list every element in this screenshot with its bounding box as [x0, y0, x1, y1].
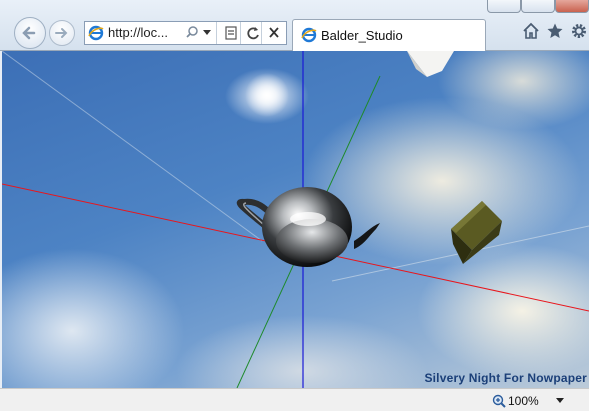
- forward-arrow-icon: [55, 28, 68, 38]
- zoom-level[interactable]: 100%: [508, 394, 539, 408]
- close-window-button[interactable]: [555, 0, 589, 13]
- zoom-icon[interactable]: [492, 394, 506, 408]
- ie-page-icon: [301, 27, 317, 43]
- compatibility-view-icon[interactable]: [224, 25, 238, 41]
- white-cube: [407, 51, 454, 77]
- status-bar: 100%: [0, 388, 589, 411]
- minimize-button[interactable]: [487, 0, 521, 13]
- new-tab-button[interactable]: [486, 19, 510, 49]
- sun-glow: [245, 73, 289, 117]
- watermark-text: Silvery Night For Nowpaper: [424, 371, 587, 385]
- teapot-model: [236, 187, 380, 267]
- home-icon[interactable]: [522, 22, 540, 40]
- favorites-star-icon[interactable]: [546, 22, 564, 40]
- forward-button[interactable]: [49, 20, 75, 46]
- window-controls: [487, 0, 589, 13]
- stop-icon[interactable]: [267, 25, 281, 41]
- tab-balder-studio[interactable]: Balder_Studio: [292, 19, 486, 51]
- back-arrow-icon: [22, 26, 36, 40]
- scene-canvas: [2, 51, 589, 388]
- olive-box: [451, 201, 502, 264]
- chevron-down-icon[interactable]: [203, 30, 211, 35]
- ie-page-icon: [88, 25, 104, 41]
- browser-toolbar: http://loc... Balder_Studio: [0, 0, 589, 51]
- address-url[interactable]: http://loc...: [108, 25, 168, 40]
- search-icon[interactable]: [185, 25, 199, 39]
- gear-icon[interactable]: [570, 22, 588, 40]
- back-button[interactable]: [14, 17, 46, 49]
- address-bar[interactable]: http://loc...: [84, 21, 287, 45]
- maximize-button[interactable]: [521, 0, 555, 13]
- tab-title: Balder_Studio: [321, 28, 403, 43]
- refresh-icon[interactable]: [246, 25, 260, 41]
- chevron-down-icon[interactable]: [556, 398, 564, 403]
- 3d-scene-viewport[interactable]: Silvery Night For Nowpaper: [2, 51, 589, 388]
